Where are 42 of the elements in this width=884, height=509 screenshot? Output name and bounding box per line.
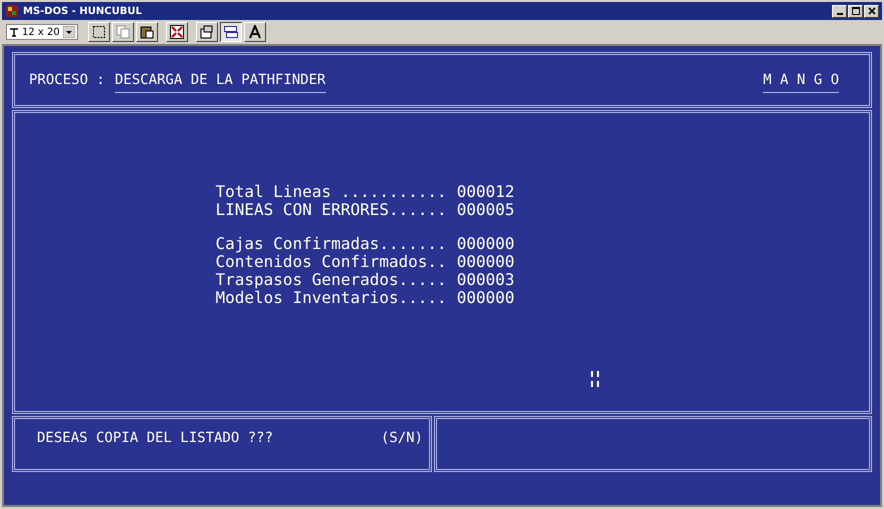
maximize-icon [852,7,860,15]
font-size-dropdown[interactable]: 12 x 20 [6,24,78,40]
stat-value: 000012 [456,183,514,201]
stat-label: LINEAS CON ERRORES...... [216,201,447,219]
copy-icon [116,25,130,39]
font-icon [248,25,262,39]
stat-value: 000000 [456,289,514,307]
stat-value: 000000 [456,253,514,271]
process-label: PROCESO : [29,72,105,88]
minimize-button[interactable] [832,4,847,18]
brand-label: M A N G O [763,68,839,92]
close-button[interactable] [864,4,879,18]
window-title: MS-DOS - HUNCUBUL [23,6,142,16]
stat-label: Modelos Inventarios..... [216,289,447,307]
copy-button[interactable] [112,22,134,42]
font-icon [9,27,19,37]
stat-label: Traspasos Generados..... [216,271,447,289]
stat-value: 000005 [456,201,514,219]
maximize-button[interactable] [848,4,863,18]
stat-label: Cajas Confirmadas....... [216,235,447,253]
properties-button[interactable] [196,22,218,42]
windows-icon [224,25,238,39]
paste-icon [140,25,154,39]
font-button[interactable] [244,22,266,42]
answer-box[interactable] [434,416,872,472]
fullscreen-button[interactable] [166,22,188,42]
cursor-icon [591,371,599,387]
stat-value: 000000 [456,235,514,253]
stat-value: 000003 [456,271,514,289]
stat-label: Total Lineas ........... [216,183,447,201]
app-icon [5,4,19,18]
dropdown-arrow-icon [62,26,75,38]
paste-button[interactable] [136,22,158,42]
process-name: DESCARGA DE LA PATHFINDER [114,68,326,92]
close-icon [868,7,876,15]
properties-icon [200,25,214,39]
prompt-options: (S/N) [380,430,423,446]
stat-label: Contenidos Confirmados.. [216,253,447,271]
prompt-question: DESEAS COPIA DEL LISTADO ??? [37,430,274,446]
fullscreen-icon [170,25,184,39]
mark-button[interactable] [88,22,110,42]
dashed-square-icon [92,25,106,39]
